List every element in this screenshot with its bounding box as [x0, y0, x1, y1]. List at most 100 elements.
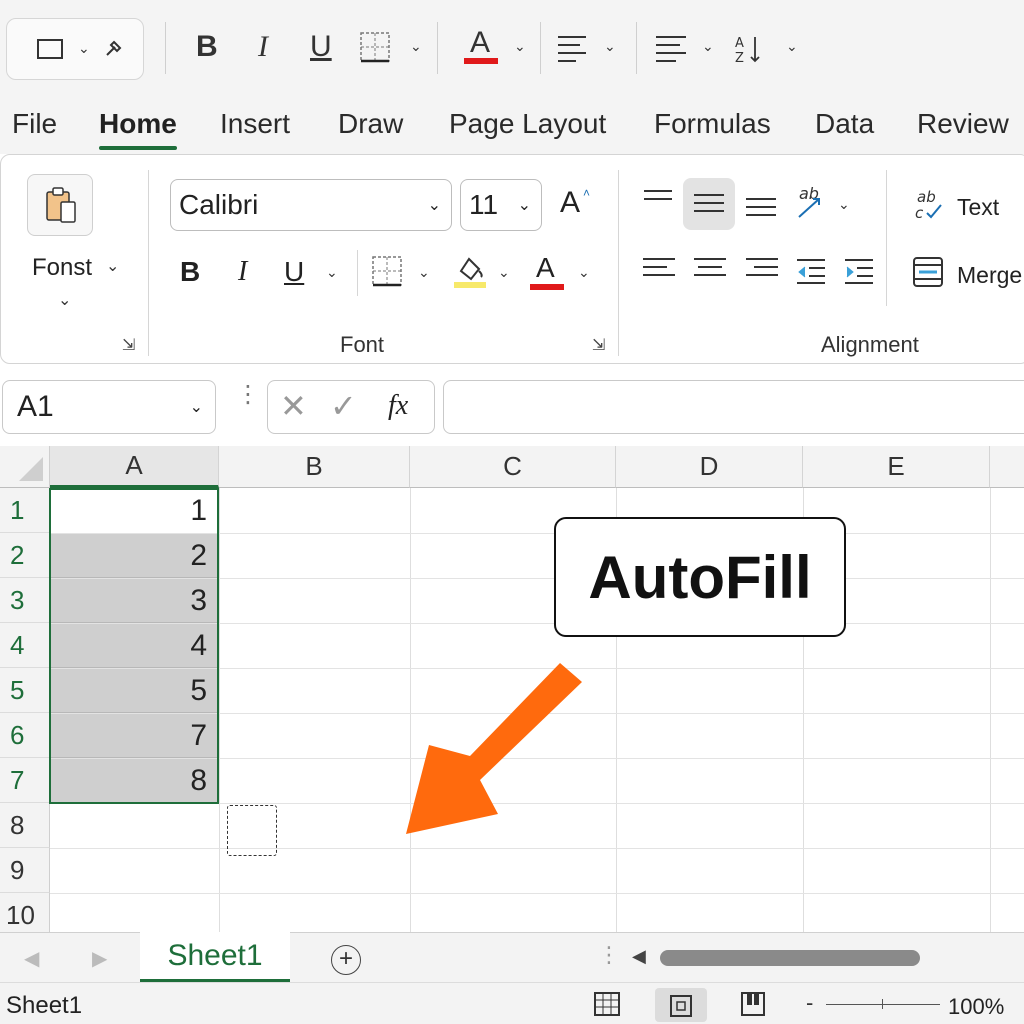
- scroll-left-icon[interactable]: ◀: [632, 946, 646, 967]
- sheet-tab-sheet1[interactable]: Sheet1: [140, 932, 290, 982]
- column-header-b[interactable]: B: [219, 446, 410, 488]
- cancel-icon[interactable]: ✕: [280, 387, 307, 425]
- chevron-down-icon[interactable]: ⌄: [514, 38, 526, 55]
- font-name-select[interactable]: Calibri ⌄: [170, 179, 452, 231]
- chevron-down-icon[interactable]: ⌄: [838, 196, 850, 213]
- wrap-text-icon[interactable]: ab c: [912, 186, 946, 222]
- add-sheet-button[interactable]: +: [331, 945, 361, 975]
- chevron-down-icon[interactable]: ⌄: [498, 264, 510, 281]
- column-header-a[interactable]: A: [50, 446, 219, 488]
- name-box[interactable]: A1 ⌄: [2, 380, 216, 434]
- tab-file[interactable]: File: [12, 108, 57, 140]
- align-left-icon[interactable]: [643, 258, 675, 276]
- tab-draw[interactable]: Draw: [338, 108, 403, 140]
- select-all-button[interactable]: [0, 446, 50, 488]
- more-icon[interactable]: ⋮: [236, 383, 260, 407]
- borders-icon[interactable]: [368, 252, 406, 290]
- divider: [165, 22, 166, 74]
- underline-button[interactable]: U: [284, 256, 304, 288]
- row-header[interactable]: 6: [0, 713, 50, 758]
- tab-page-layout[interactable]: Page Layout: [449, 108, 606, 140]
- paste-label[interactable]: Fonst: [32, 254, 92, 282]
- align-left-icon[interactable]: [558, 36, 588, 68]
- page-break-view-icon[interactable]: [738, 990, 768, 1018]
- fill-color-icon[interactable]: [452, 252, 488, 290]
- underline-button[interactable]: U: [310, 30, 332, 64]
- row-header[interactable]: 4: [0, 623, 50, 668]
- chevron-down-icon[interactable]: ⌄: [786, 38, 798, 55]
- row-header[interactable]: 9: [0, 848, 50, 893]
- row-header[interactable]: 10: [0, 893, 50, 932]
- align-justify-icon[interactable]: [656, 36, 686, 68]
- merge-label[interactable]: Merge: [957, 262, 1022, 289]
- grow-font-button[interactable]: A: [560, 186, 580, 220]
- tab-home[interactable]: Home: [99, 108, 177, 140]
- status-sheet-name: Sheet1: [6, 992, 83, 1019]
- tab-review[interactable]: Review: [917, 108, 1009, 140]
- bold-button[interactable]: B: [196, 30, 218, 64]
- chevron-down-icon[interactable]: ⌄: [410, 38, 422, 55]
- row-header[interactable]: 7: [0, 758, 50, 803]
- divider: [886, 170, 887, 306]
- borders-icon[interactable]: [356, 28, 394, 66]
- italic-button[interactable]: I: [258, 30, 268, 64]
- align-bottom-icon[interactable]: [746, 198, 776, 216]
- brush-icon[interactable]: [100, 34, 128, 62]
- tab-insert[interactable]: Insert: [220, 108, 290, 140]
- insert-function-button[interactable]: fx: [388, 390, 408, 422]
- increase-indent-icon[interactable]: [842, 256, 876, 286]
- orientation-icon[interactable]: ab: [794, 182, 830, 222]
- column-header-f[interactable]: [990, 446, 1024, 488]
- zoom-slider-thumb[interactable]: [882, 999, 883, 1009]
- zoom-level[interactable]: 100%: [948, 994, 1004, 1020]
- gridline: [219, 488, 220, 932]
- paste-button[interactable]: [27, 174, 93, 236]
- chevron-down-icon[interactable]: ⌄: [604, 38, 616, 55]
- row-header[interactable]: 8: [0, 803, 50, 848]
- font-size-select[interactable]: 11 ⌄: [460, 179, 542, 231]
- column-header-e[interactable]: E: [803, 446, 990, 488]
- zoom-out-button[interactable]: -: [806, 990, 813, 1016]
- font-color-button[interactable]: A: [536, 252, 555, 284]
- horizontal-scrollbar[interactable]: [660, 950, 920, 966]
- scroll-left-icon[interactable]: ◀: [24, 946, 39, 971]
- more-icon[interactable]: ⋮: [598, 942, 620, 968]
- row-header[interactable]: 1: [0, 488, 50, 533]
- window-icon[interactable]: [34, 34, 66, 64]
- decrease-indent-icon[interactable]: [794, 256, 828, 286]
- chevron-down-icon[interactable]: ⌄: [78, 40, 90, 57]
- column-header-d[interactable]: D: [616, 446, 803, 488]
- chevron-down-icon[interactable]: ⌄: [58, 290, 71, 310]
- tab-formulas[interactable]: Formulas: [654, 108, 771, 140]
- normal-view-icon[interactable]: [592, 990, 622, 1018]
- dialog-launcher-icon[interactable]: ⇲: [592, 335, 605, 355]
- align-right-icon[interactable]: [746, 258, 778, 276]
- tab-data[interactable]: Data: [815, 108, 874, 140]
- font-color-button[interactable]: A: [470, 26, 490, 60]
- row-header[interactable]: 5: [0, 668, 50, 713]
- column-header-c[interactable]: C: [410, 446, 616, 488]
- page-layout-view-icon: [666, 992, 696, 1020]
- chevron-down-icon[interactable]: ⌄: [418, 264, 430, 281]
- italic-button[interactable]: I: [238, 256, 247, 288]
- chevron-down-icon[interactable]: ⌄: [702, 38, 714, 55]
- chevron-down-icon[interactable]: ⌄: [326, 264, 338, 281]
- align-top-icon[interactable]: [644, 190, 674, 200]
- dialog-launcher-icon[interactable]: ⇲: [122, 335, 135, 355]
- align-center-icon[interactable]: [694, 258, 726, 276]
- merge-icon[interactable]: [910, 254, 946, 290]
- divider: [357, 250, 358, 296]
- svg-text:c: c: [915, 204, 924, 221]
- wrap-text-label[interactable]: Text: [957, 194, 999, 221]
- chevron-down-icon[interactable]: ⌄: [578, 264, 590, 281]
- svg-text:A: A: [735, 36, 744, 51]
- bold-button[interactable]: B: [180, 256, 200, 288]
- formula-input[interactable]: [443, 380, 1024, 434]
- row-header[interactable]: 2: [0, 533, 50, 578]
- zoom-slider[interactable]: [826, 1004, 940, 1005]
- scroll-right-icon[interactable]: ▶: [92, 946, 107, 971]
- text-direction-icon[interactable]: AZ: [732, 32, 768, 66]
- chevron-down-icon[interactable]: ⌄: [106, 256, 119, 276]
- enter-icon[interactable]: ✓: [330, 387, 357, 425]
- row-header[interactable]: 3: [0, 578, 50, 623]
